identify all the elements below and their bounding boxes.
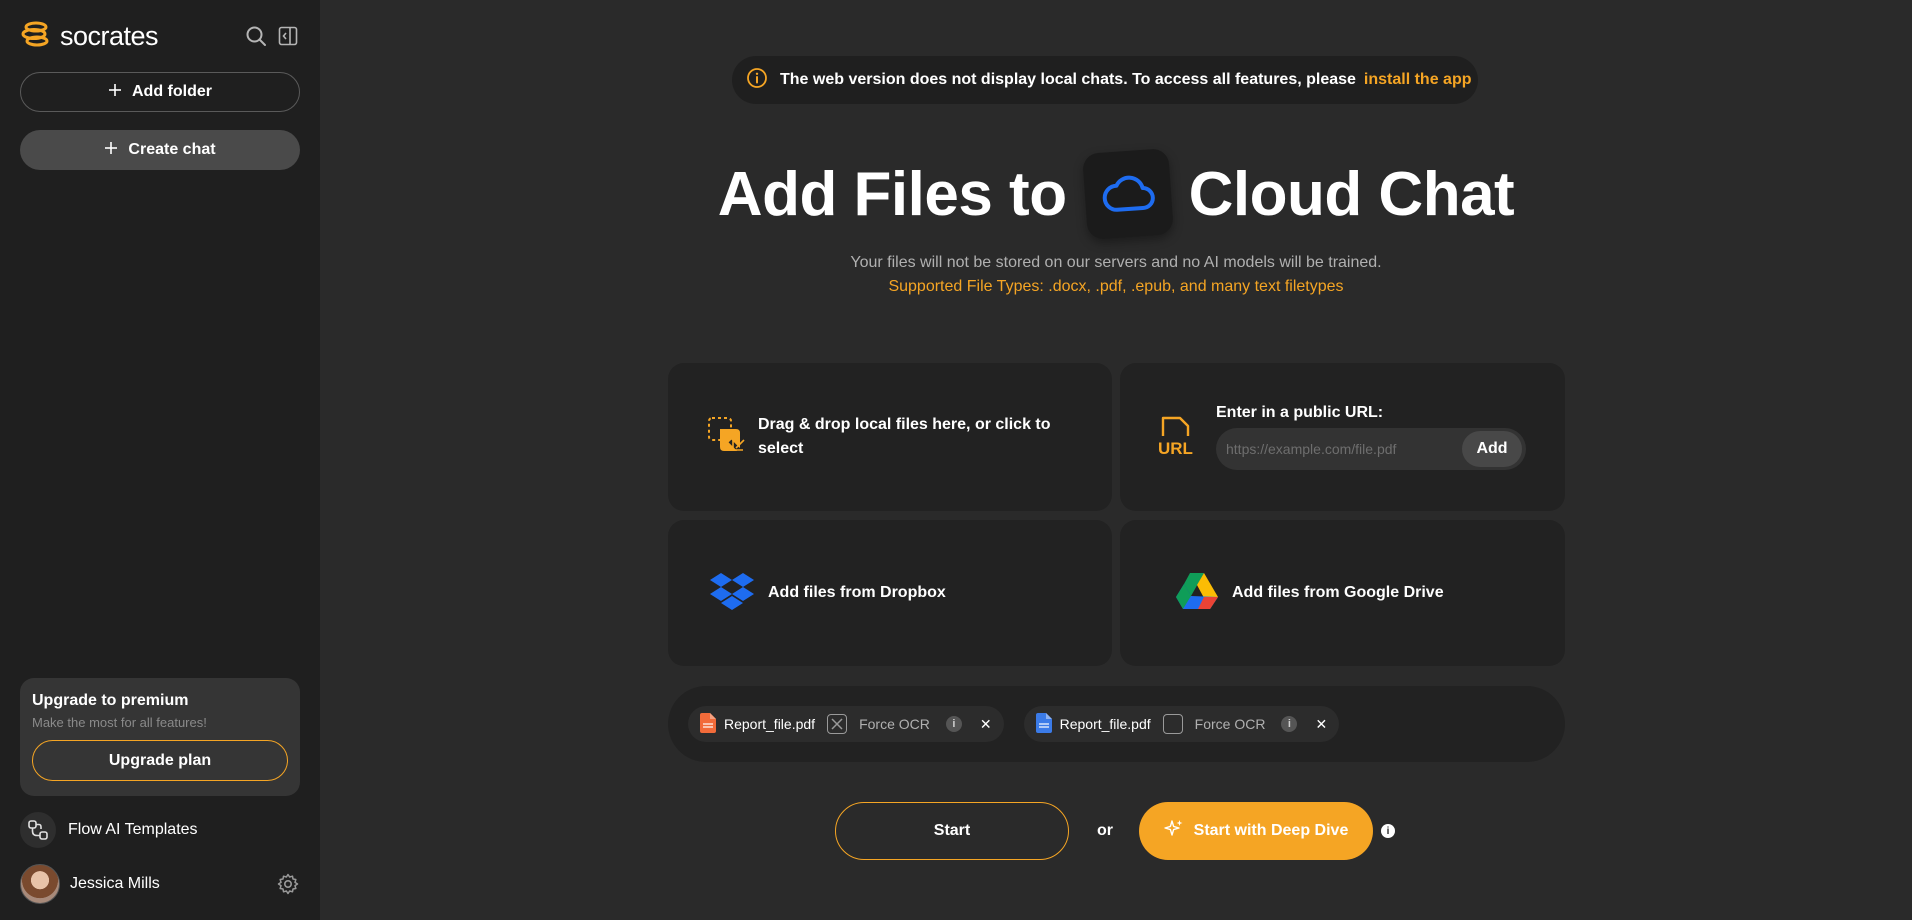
info-circle-icon [746, 67, 768, 94]
socrates-logo-icon [20, 18, 52, 55]
brand-name: socrates [60, 21, 159, 51]
pdf-file-icon [700, 712, 716, 736]
upgrade-subtitle: Make the most for all features! [32, 715, 207, 730]
create-chat-label: Create chat [128, 141, 216, 158]
force-ocr-label: Force OCR [859, 716, 930, 732]
force-ocr-label: Force OCR [1194, 716, 1266, 732]
supported-file-types: Supported File Types: .docx, .pdf, .epub… [888, 278, 1344, 295]
url-file-icon: URL [1158, 414, 1198, 461]
plus-icon [108, 83, 122, 102]
doc-file-icon [1035, 712, 1052, 736]
google-drive-icon [1176, 572, 1218, 615]
file-name: Report_file.pdf [724, 716, 816, 732]
install-app-link[interactable]: install the app [1364, 71, 1472, 89]
user-profile[interactable]: Jessica Mills [20, 864, 300, 904]
upgrade-title: Upgrade to premium [32, 692, 189, 709]
notice-text: The web version does not display local c… [780, 71, 1356, 88]
force-ocr-checkbox[interactable] [1162, 714, 1183, 734]
info-icon[interactable]: i [945, 716, 962, 732]
collapse-sidebar-icon[interactable] [276, 24, 300, 48]
url-add-button[interactable]: Add [1462, 431, 1522, 467]
url-input[interactable] [1226, 441, 1462, 457]
force-ocr-checkbox[interactable] [827, 714, 848, 734]
url-upload-card: URL Enter in a public URL: Add [1120, 363, 1565, 511]
add-folder-label: Add folder [132, 83, 212, 100]
remove-file-icon[interactable]: ✕ [980, 716, 992, 733]
search-icon[interactable] [244, 24, 268, 48]
flow-ai-templates-link[interactable]: Flow AI Templates [20, 812, 198, 848]
gear-icon[interactable] [276, 872, 300, 896]
deep-dive-info-icon[interactable]: i [1381, 824, 1395, 838]
google-drive-label: Add files from Google Drive [1232, 584, 1444, 601]
sparkle-icon [1163, 819, 1184, 844]
flow-ai-templates-label: Flow AI Templates [68, 821, 198, 838]
file-name: Report_file.pdf [1059, 716, 1151, 732]
file-chip: Report_file.pdf Force OCR i ✕ [688, 706, 1004, 742]
flow-icon [20, 812, 56, 848]
url-icon-text: URL [1158, 439, 1193, 456]
upgrade-plan-button[interactable]: Upgrade plan [32, 740, 288, 781]
add-folder-button[interactable]: Add folder [20, 72, 300, 112]
plus-icon [104, 141, 118, 160]
cloud-icon [1081, 148, 1174, 240]
remove-file-icon[interactable]: ✕ [1315, 716, 1327, 733]
avatar[interactable] [20, 864, 60, 904]
url-input-group: Add [1216, 428, 1526, 470]
deep-dive-label: Start with Deep Dive [1193, 822, 1349, 839]
page-title: Add Files to Cloud Chat [320, 148, 1912, 240]
brand[interactable]: socrates [20, 18, 159, 55]
upgrade-card: Upgrade to premium Make the most for all… [20, 678, 300, 796]
or-separator: or [1097, 822, 1113, 839]
file-chip: Report_file.pdf Force OCR i ✕ [1023, 706, 1340, 742]
dropbox-upload-card[interactable]: Add files from Dropbox [668, 520, 1112, 666]
drag-drop-text: Drag & drop local files here, or click t… [758, 416, 1051, 457]
url-form: Enter in a public URL: Add [1216, 404, 1526, 470]
deep-dive-button[interactable]: Start with Deep Dive [1139, 802, 1373, 860]
title-right: Cloud Chat [1188, 159, 1515, 229]
google-drive-upload-card[interactable]: Add files from Google Drive [1120, 520, 1565, 666]
create-chat-button[interactable]: Create chat [20, 130, 300, 170]
start-button[interactable]: Start [835, 802, 1069, 860]
selected-files: Report_file.pdf Force OCR i ✕ Report_fil… [668, 686, 1565, 762]
drag-drop-icon [706, 415, 746, 460]
main-content: The web version does not display local c… [320, 0, 1912, 920]
title-left: Add Files to [717, 159, 1067, 229]
web-version-notice: The web version does not display local c… [732, 56, 1478, 104]
dropbox-icon [710, 571, 754, 616]
user-name: Jessica Mills [70, 875, 160, 892]
privacy-subtitle: Your files will not be stored on our ser… [850, 254, 1382, 271]
dropbox-label: Add files from Dropbox [768, 584, 946, 601]
sidebar: socrates Add folder Create chat Upgrade … [0, 0, 320, 920]
drag-drop-area[interactable]: Drag & drop local files here, or click t… [668, 363, 1112, 511]
url-label: Enter in a public URL: [1216, 404, 1384, 421]
info-icon[interactable]: i [1281, 716, 1298, 732]
